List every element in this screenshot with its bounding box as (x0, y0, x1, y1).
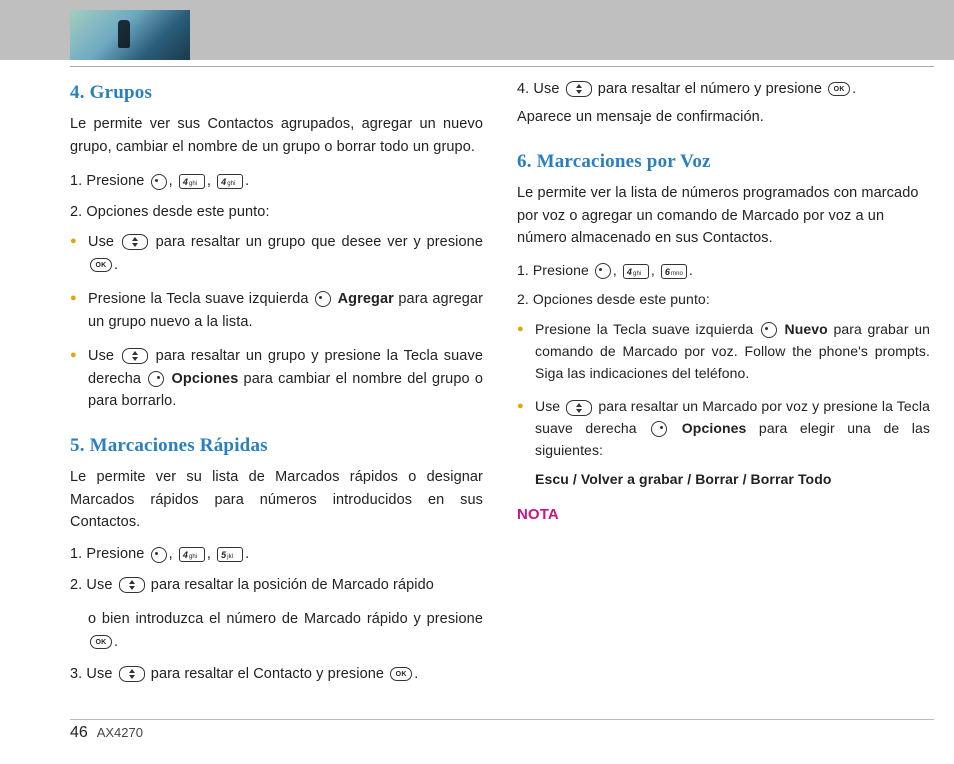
text: o bien introduzca el número de Marcado r… (88, 611, 483, 627)
nota-label: NOTA (517, 503, 930, 526)
s4-step2: 2. Opciones desde este punto: (70, 201, 483, 223)
bold-agregar: Agregar (338, 291, 394, 307)
comma: , (169, 173, 177, 189)
comma: , (613, 262, 621, 278)
soft-key-right-icon (651, 421, 667, 437)
intro-grupos: Le permite ver sus Contactos agrupados, … (70, 113, 483, 158)
options-list: Escu / Volver a grabar / Borrar / Borrar… (535, 469, 930, 491)
comma: , (207, 546, 215, 562)
key-5-icon: 5jkl (217, 547, 243, 562)
nav-key-icon (566, 400, 592, 416)
period: . (114, 257, 118, 273)
period: . (852, 81, 856, 97)
text: para resaltar la posición de Marcado ráp… (151, 577, 434, 593)
s5-step1: 1. Presione , 4ghi, 5jkl. (70, 543, 483, 565)
s5-cont: o bien introduzca el número de Marcado r… (70, 608, 483, 653)
confirm-text: Aparece un mensaje de confirmación. (517, 106, 930, 128)
ok-key-icon: OK (828, 82, 850, 96)
key-4-icon: 4ghi (179, 174, 205, 189)
key-4-icon: 4ghi (179, 547, 205, 562)
text: para resaltar el número y presione (598, 81, 826, 97)
nav-key-icon (119, 577, 145, 593)
text: 4. Use (517, 81, 564, 97)
soft-key-left-icon (151, 174, 167, 190)
soft-key-left-icon (315, 291, 331, 307)
page-content: 4. Grupos Le permite ver sus Contactos a… (70, 78, 930, 694)
s4-step1: 1. Presione , 4ghi, 4ghi. (70, 170, 483, 192)
soft-key-right-icon (148, 371, 164, 387)
header-image (70, 10, 190, 60)
header-strip (0, 0, 954, 60)
footer-rule (70, 719, 934, 720)
bold-opciones: Opciones (682, 420, 747, 436)
comma: , (169, 546, 177, 562)
ok-key-icon: OK (390, 667, 412, 681)
s5-step4: 4. Use para resaltar el número y presion… (517, 78, 930, 129)
heading-marcaciones-rapidas: 5. Marcaciones Rápidas (70, 431, 483, 460)
intro-rapidas: Le permite ver su lista de Marcados rápi… (70, 466, 483, 533)
nav-key-icon (122, 234, 148, 250)
key-6-icon: 6mno (661, 264, 687, 279)
text: para cambiar el nombre del grupo o para … (88, 371, 483, 409)
text: para resaltar un grupo que desee ver y p… (156, 234, 483, 250)
bold-opciones: Opciones (171, 371, 238, 387)
text: 1. Presione (517, 262, 593, 278)
page-footer: 46 AX4270 (70, 724, 143, 742)
nav-key-icon (119, 666, 145, 682)
text: Use (88, 348, 120, 364)
text: para resaltar el Contacto y presione (151, 666, 388, 682)
bold-nuevo: Nuevo (785, 321, 828, 337)
heading-marcaciones-voz: 6. Marcaciones por Voz (517, 147, 930, 176)
s6-step2: 2. Opciones desde este punto: (517, 289, 930, 311)
text: 1. Presione (70, 173, 149, 189)
nav-key-icon (566, 81, 592, 97)
period: . (245, 173, 249, 189)
s6-bullet1: Presione la Tecla suave izquierda Nuevo … (535, 319, 930, 384)
comma: , (207, 173, 215, 189)
ok-key-icon: OK (90, 258, 112, 272)
soft-key-left-icon (151, 547, 167, 563)
s4-bullet1: Use para resaltar un grupo que desee ver… (88, 231, 483, 276)
period: . (414, 666, 418, 682)
s6-bullet2: Use para resaltar un Marcado por voz y p… (535, 396, 930, 491)
key-4-icon: 4ghi (217, 174, 243, 189)
s5-step2: 2. Use para resaltar la posición de Marc… (70, 574, 483, 596)
key-4-icon: 4ghi (623, 264, 649, 279)
top-rule (70, 66, 934, 67)
s5-step3: 3. Use para resaltar el Contacto y presi… (70, 663, 483, 685)
soft-key-left-icon (761, 322, 777, 338)
text: Use (88, 234, 120, 250)
period: . (689, 262, 693, 278)
comma: , (651, 262, 659, 278)
soft-key-left-icon (595, 263, 611, 279)
nav-key-icon (122, 348, 148, 364)
model-name: AX4270 (97, 725, 143, 740)
s4-bullet2: Presione la Tecla suave izquierda Agrega… (88, 288, 483, 333)
text: Presione la Tecla suave izquierda (88, 291, 313, 307)
text: Presione la Tecla suave izquierda (535, 321, 759, 337)
s6-step1: 1. Presione , 4ghi, 6mno. (517, 260, 930, 282)
period: . (114, 634, 118, 650)
heading-grupos: 4. Grupos (70, 78, 483, 107)
text: 3. Use (70, 666, 117, 682)
s4-bullet3: Use para resaltar un grupo y presione la… (88, 345, 483, 412)
period: . (245, 546, 249, 562)
text: 1. Presione (70, 546, 149, 562)
text: 2. Use (70, 577, 117, 593)
ok-key-icon: OK (90, 635, 112, 649)
text: Use (535, 398, 564, 414)
page-number: 46 (70, 724, 88, 741)
intro-voz: Le permite ver la lista de números progr… (517, 182, 930, 249)
